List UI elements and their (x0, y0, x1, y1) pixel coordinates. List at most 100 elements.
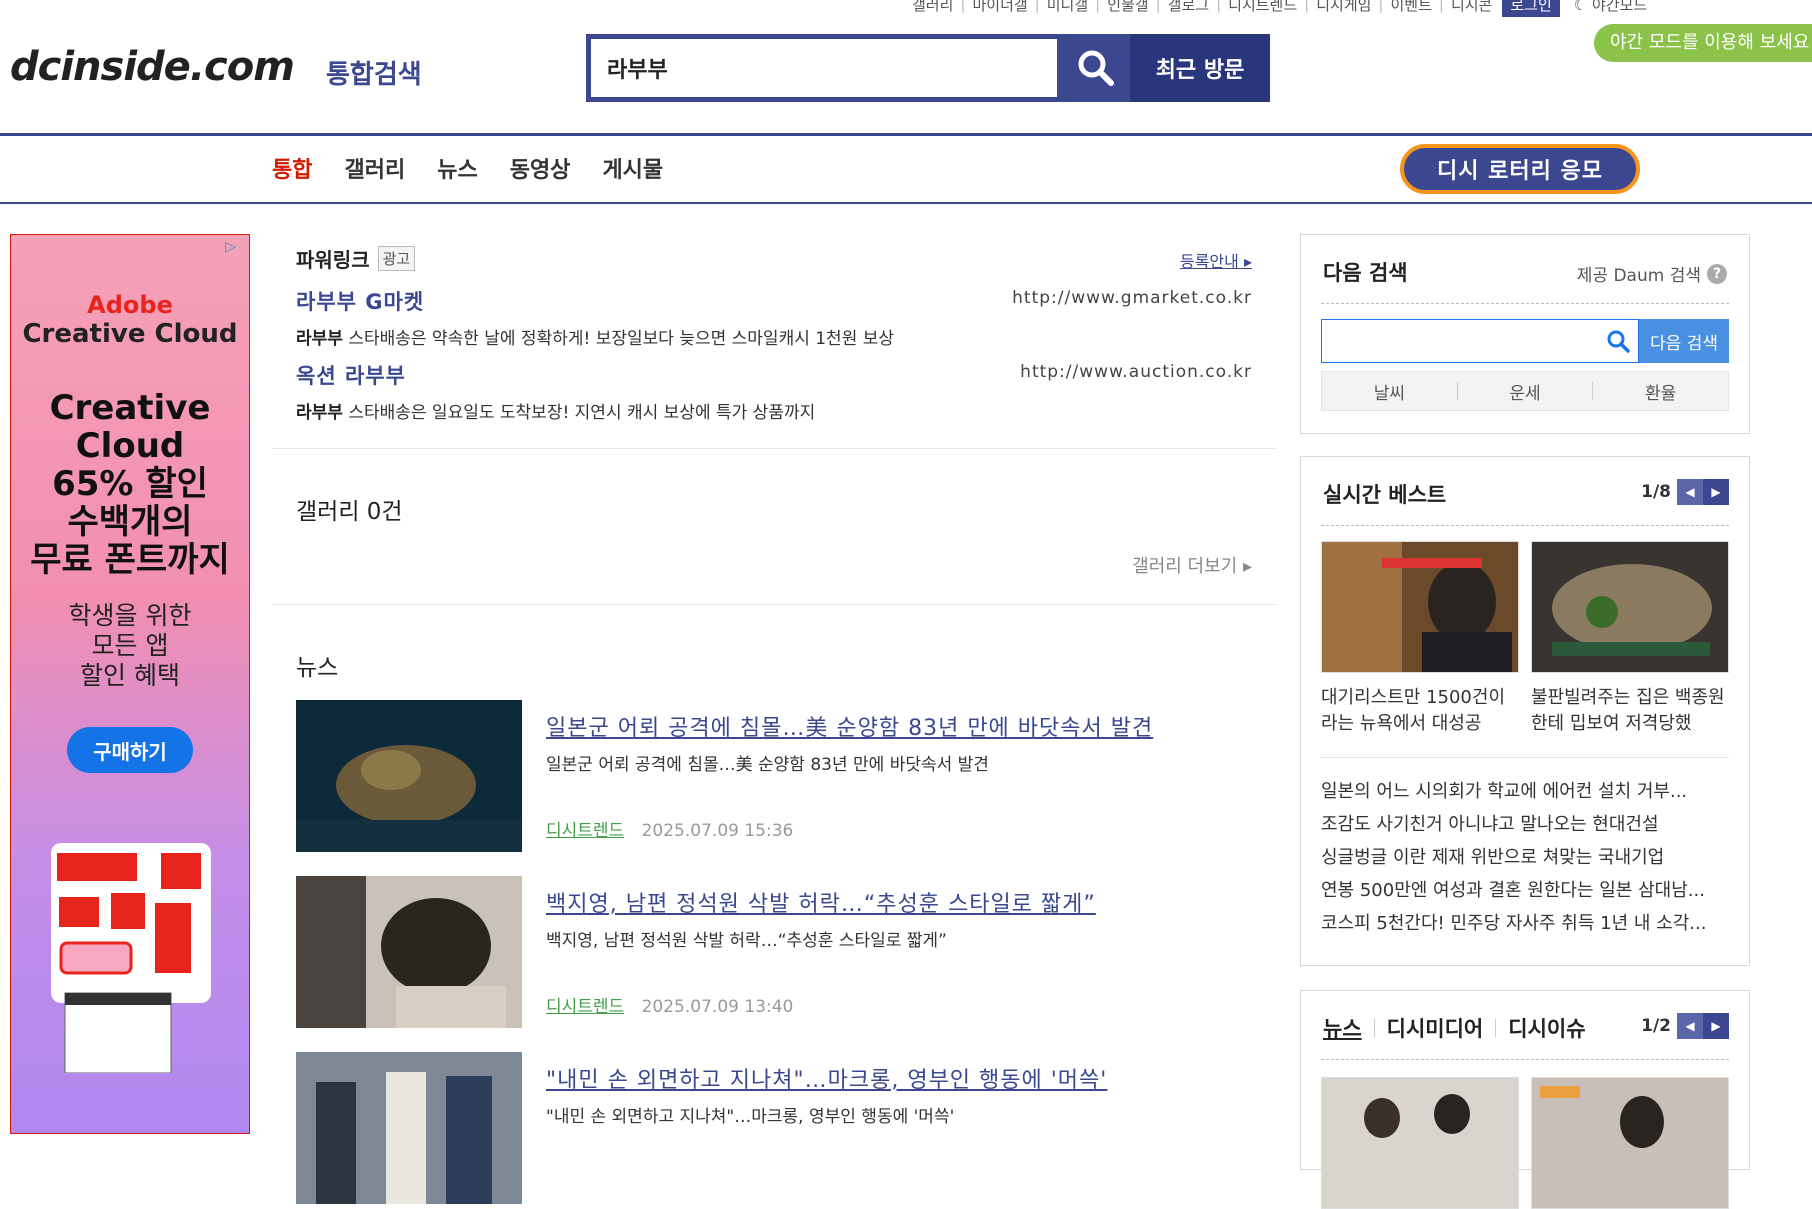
tab-dcissue[interactable]: 디시이슈 (1508, 1013, 1585, 1043)
search-button[interactable] (1062, 34, 1130, 102)
ad-buy-button[interactable]: 구매하기 (67, 727, 193, 773)
news-description: 일본군 어뢰 공격에 침몰…美 순양함 83년 만에 바닷속서 발견 (546, 755, 989, 775)
best-card[interactable]: 대기리스트만 1500건이라는 뉴욕에서 대성공 (1321, 541, 1519, 737)
ad-brand-name: Adobe (87, 291, 173, 319)
news-date: 2025.07.09 13:40 (641, 997, 794, 1017)
news-thumbnail[interactable] (296, 700, 522, 852)
powerlink-item-url[interactable]: http://www.auction.co.kr (1020, 362, 1252, 382)
divider (0, 202, 1812, 204)
ad-brand-product: Creative Cloud (22, 319, 238, 349)
top-link-mini-gallery[interactable]: 미니갤 (1047, 0, 1088, 15)
lottery-button[interactable]: 디시 로터리 응모 (1400, 144, 1640, 194)
daum-search-button[interactable]: 다음 검색 (1639, 319, 1729, 363)
best-list-item[interactable]: 코스피 5천간다! 민주당 자사주 취득 1년 내 소각... (1321, 907, 1729, 940)
best-list-item[interactable]: 일본의 어느 시의회가 학교에 에어컨 설치 거부... (1321, 775, 1729, 808)
top-link-minor-gallery[interactable]: 마이너갤 (972, 0, 1027, 15)
chevron-right-icon: ▸ (1238, 252, 1252, 271)
news-headline-link[interactable]: 백지영, 남편 정석원 삭발 허락…“추성훈 스타일로 짧게” (546, 886, 1096, 918)
side-advertisement[interactable]: ▷ Adobe Creative Cloud Creative Cloud 65… (10, 234, 250, 1134)
news-headline-link[interactable]: 일본군 어뢰 공격에 침몰…美 순양함 83년 만에 바닷속서 발견 (546, 710, 1153, 742)
powerlink-keyword: 라부부 (296, 329, 343, 349)
powerlink-desc-text: 스타배송은 약속한 날에 정확하게! 보장일보다 늦으면 스마일캐시 1천원 보… (342, 329, 895, 349)
tab-posts[interactable]: 게시물 (602, 152, 663, 184)
search-bar: 라부부 최근 방문 (586, 34, 1270, 102)
best-list-item[interactable]: 연봉 500만엔 여성과 결혼 원한다는 일본 삼대남... (1321, 874, 1729, 907)
media-page-indicator: 1/2 (1641, 1016, 1671, 1036)
news-source-link[interactable]: 디시트렌드 (546, 997, 624, 1017)
ad-subtext: 학생을 위한 모든 앱 할인 혜택 (11, 601, 249, 691)
powerlink-item-title[interactable]: 라부부 G마켓 (296, 290, 424, 314)
powerlink-title: 파워링크 (296, 248, 370, 272)
next-arrow-icon[interactable]: ▶ (1703, 479, 1729, 505)
help-icon[interactable]: ? (1707, 263, 1727, 284)
media-card-image[interactable] (1321, 1077, 1519, 1209)
best-card-image[interactable] (1321, 541, 1519, 673)
ad-headline-line: 65% 할인 (52, 464, 208, 504)
daum-quick-links: 날씨 운세 환율 (1321, 371, 1729, 411)
news-source-link[interactable]: 디시트렌드 (546, 821, 624, 841)
daum-link-fortune[interactable]: 운세 (1458, 379, 1593, 404)
top-link-dccon[interactable]: 디시콘 (1451, 0, 1492, 15)
powerlink-item-url[interactable]: http://www.gmarket.co.kr (1012, 288, 1252, 308)
top-link-dctrend[interactable]: 디시트렌드 (1228, 0, 1297, 15)
adchoices-icon[interactable]: ▷ (225, 239, 245, 257)
powerlink-header: 파워링크 광고 (296, 244, 416, 273)
top-link-gallog[interactable]: 갤로그 (1168, 0, 1209, 15)
news-thumbnail-image (296, 700, 522, 852)
gallery-count-title: 갤러리 0건 (296, 499, 403, 525)
daum-link-weather[interactable]: 날씨 (1322, 379, 1457, 404)
powerlink-item-desc: 라부부 스타배송은 약속한 날에 정확하게! 보장일보다 늦으면 스마일캐시 1… (296, 324, 1252, 349)
logo-subtitle: 통합검색 (326, 60, 422, 90)
news-thumbnail[interactable] (296, 876, 522, 1028)
tab-gallery[interactable]: 갤러리 (344, 152, 405, 184)
search-icon (1078, 50, 1114, 86)
news-thumbnail-image (296, 876, 522, 1028)
tab-dcmedia[interactable]: 디시미디어 (1387, 1013, 1484, 1043)
best-list-item[interactable]: 싱글벙글 이란 제재 위반으로 쳐맞는 국내기업 (1321, 841, 1729, 874)
media-box: 뉴스 디시미디어 디시이슈 1/2 ◀ ▶ (1300, 990, 1750, 1209)
separator: | (1034, 0, 1040, 13)
tab-news[interactable]: 뉴스 (437, 152, 477, 184)
top-link-dcgame[interactable]: 디시게임 (1316, 0, 1371, 15)
night-mode-tooltip: 야간 모드를 이용해 보세요 (1594, 24, 1812, 62)
news-thumbnail[interactable] (296, 1052, 522, 1204)
recent-visit-button[interactable]: 최근 방문 (1130, 34, 1270, 102)
night-mode-toggle[interactable]: ☾ 야간모드 (1574, 0, 1647, 15)
best-list-item[interactable]: 조감도 사기친거 아니냐고 말나오는 현대건설 (1321, 808, 1729, 841)
best-card-image[interactable] (1531, 541, 1729, 673)
daum-link-exchange[interactable]: 환율 (1593, 379, 1728, 404)
ad-sub-line: 할인 혜택 (80, 661, 180, 690)
prev-arrow-icon[interactable]: ◀ (1677, 1013, 1703, 1039)
tab-video[interactable]: 동영상 (510, 152, 571, 184)
tab-media-news[interactable]: 뉴스 (1323, 1013, 1362, 1043)
media-tabs: 뉴스 디시미디어 디시이슈 (1323, 1013, 1586, 1043)
news-date: 2025.07.09 15:36 (641, 821, 794, 841)
next-arrow-icon[interactable]: ▶ (1703, 1013, 1729, 1039)
media-card[interactable] (1531, 1077, 1729, 1209)
ad-illustration (51, 843, 211, 1073)
powerlink-item: 옥션 라부부 http://www.auction.co.kr 라부부 스타배송… (296, 360, 1252, 423)
separator (1495, 1019, 1497, 1037)
night-mode-label: 야간모드 (1591, 0, 1648, 14)
top-link-event[interactable]: 이벤트 (1390, 0, 1431, 15)
daum-provider: 제공 Daum 검색 ? (1577, 261, 1727, 286)
gallery-more-link[interactable]: 갤러리 더보기 ▸ (1132, 552, 1252, 578)
news-item: 백지영, 남편 정석원 삭발 허락…“추성훈 스타일로 짧게” 백지영, 남편 … (296, 876, 1252, 1028)
news-meta: 디시트렌드 2025.07.09 15:36 (546, 816, 793, 841)
powerlink-item-title[interactable]: 옥션 라부부 (296, 364, 406, 388)
top-link-gallery[interactable]: 갤러리 (912, 0, 953, 15)
media-card[interactable] (1321, 1077, 1519, 1209)
search-input[interactable]: 라부부 (586, 34, 1062, 102)
login-button[interactable]: 로그인 (1502, 0, 1560, 17)
best-card-caption: 대기리스트만 1500건이라는 뉴욕에서 대성공 (1321, 687, 1506, 734)
separator: | (1304, 0, 1310, 13)
news-headline-link[interactable]: "내민 손 외면하고 지나쳐"…마크롱, 영부인 행동에 '머쓱' (546, 1062, 1107, 1094)
register-guide-link[interactable]: 등록안내 ▸ (1180, 248, 1252, 272)
media-card-image[interactable] (1531, 1077, 1729, 1209)
site-logo[interactable]: dcinside.com (10, 44, 295, 90)
top-link-person-gallery[interactable]: 인물갤 (1107, 0, 1148, 15)
prev-arrow-icon[interactable]: ◀ (1677, 479, 1703, 505)
daum-search-input[interactable] (1321, 319, 1639, 363)
tab-all[interactable]: 통합 (272, 152, 312, 184)
best-card[interactable]: 불판빌려주는 집은 백종원한테 밉보여 저격당했 (1531, 541, 1729, 737)
